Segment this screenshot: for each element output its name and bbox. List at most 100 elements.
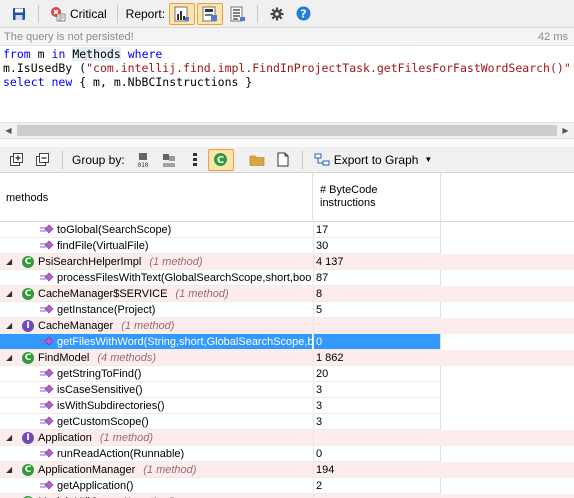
toolbar-separator <box>38 4 39 23</box>
help-button[interactable]: ? <box>290 3 316 25</box>
query-projection: { m, m.NbBCInstructions } <box>79 75 253 89</box>
collapse-all-button[interactable] <box>30 149 56 171</box>
folder-button[interactable] <box>244 149 270 171</box>
expand-all-button[interactable] <box>4 149 30 171</box>
method-name: getCustomScope() <box>57 416 149 428</box>
column-header-bytecode[interactable]: # ByteCode instructions <box>320 184 430 210</box>
type-name: Application (1 method) <box>38 432 154 444</box>
group-by-hierarchy-button[interactable] <box>182 149 208 171</box>
type-group-row[interactable]: ◢ C ApplicationManager (1 method) 194 <box>0 462 574 478</box>
report-chart-button[interactable] <box>169 2 196 25</box>
report-table-button[interactable] <box>225 3 251 25</box>
name-cell: toGlobal(SearchScope) <box>0 222 312 238</box>
query-string-literal: "com.intellij.find.impl.FindInProjectTas… <box>86 61 571 75</box>
type-group-row[interactable]: ◢ C FindModel (4 methods) 1 862 <box>0 350 574 366</box>
method-row[interactable]: isWithSubdirectories() 3 <box>0 398 574 414</box>
method-icon <box>40 240 54 250</box>
method-row[interactable]: processFilesWithText(GlobalSearchScope,s… <box>0 270 574 286</box>
method-name: isCaseSensitive() <box>57 384 143 396</box>
report-chart-icon <box>173 5 191 23</box>
keyword-in: in <box>51 47 66 61</box>
name-cell: getStringToFind() <box>0 366 312 382</box>
pane-splitter[interactable] <box>0 139 574 147</box>
method-name: isWithSubdirectories() <box>57 400 165 412</box>
method-name: processFilesWithText(GlobalSearchScope,s… <box>57 272 312 284</box>
export-to-graph-button[interactable]: Export to Graph ▼ <box>309 149 437 171</box>
toolbar-separator <box>257 4 259 23</box>
namespace-icon <box>160 151 178 169</box>
type-group-row[interactable]: ◢ I CacheManager (1 method) <box>0 318 574 334</box>
results-grid-body: toGlobal(SearchScope) 17 findFile(VirtualF… <box>0 222 574 498</box>
expand-toggle-icon[interactable]: ◢ <box>6 290 14 298</box>
toolbar-separator <box>301 150 303 169</box>
report-label: Report: <box>125 6 166 21</box>
scroll-left-icon[interactable]: ◀ <box>0 123 17 138</box>
column-header-methods[interactable]: methods <box>6 192 48 204</box>
type-name: PsiSearchHelperImpl (1 method) <box>38 256 203 268</box>
method-row[interactable]: getCustomScope() 3 <box>0 414 574 430</box>
method-icon <box>40 224 54 234</box>
column-divider[interactable] <box>312 173 313 222</box>
method-icon <box>40 336 54 346</box>
expand-toggle-icon[interactable]: ◢ <box>6 466 14 474</box>
method-row[interactable]: getStringToFind() 20 <box>0 366 574 382</box>
expand-toggle-icon[interactable]: ◢ <box>6 258 14 266</box>
name-cell: runReadAction(Runnable) <box>0 446 312 462</box>
query-var: m <box>37 47 45 61</box>
name-cell: processFilesWithText(GlobalSearchScope,s… <box>0 270 312 286</box>
critical-label: Critical <box>70 6 107 21</box>
report-diagram-button[interactable] <box>197 2 224 25</box>
type-group-row[interactable]: ◢ I Application (1 method) <box>0 430 574 446</box>
method-count: (1 method) <box>143 464 197 476</box>
method-row[interactable]: getInstance(Project) 5 <box>0 302 574 318</box>
group-by-type-button[interactable]: C <box>207 148 234 171</box>
group-by-assembly-button[interactable]: 010 <box>130 149 156 171</box>
scroll-right-icon[interactable]: ▶ <box>557 123 574 138</box>
keyword-where: where <box>127 47 163 61</box>
expand-toggle-icon[interactable]: ◢ <box>6 354 14 362</box>
export-to-graph-label: Export to Graph <box>333 152 419 167</box>
method-count: (1 method) <box>175 288 229 300</box>
interface-icon: I <box>22 432 34 444</box>
column-header-bytecode-line1: # ByteCode <box>320 184 378 196</box>
group-by-namespace-button[interactable] <box>156 149 182 171</box>
method-count: (1 method) <box>121 320 175 332</box>
file-button[interactable] <box>270 149 296 171</box>
settings-button[interactable] <box>264 3 290 25</box>
method-icon <box>40 304 54 314</box>
class-icon: C <box>22 288 34 300</box>
method-icon <box>40 480 54 490</box>
method-row[interactable]: runReadAction(Runnable) 0 <box>0 446 574 462</box>
method-name: getFilesWithWord(String,short,GlobalSear… <box>57 336 312 348</box>
type-group-row[interactable]: ◢CModuleUtilCore(1 method) <box>0 494 574 498</box>
query-editor[interactable]: from m in Methods where m.IsUsedBy ("com… <box>0 46 574 122</box>
bytecode-cell: 0 <box>313 446 440 462</box>
report-diagram-icon <box>201 5 219 23</box>
toolbar-separator <box>116 4 118 23</box>
bytecode-cell: 194 <box>313 462 440 478</box>
method-row[interactable]: getApplication() 2 <box>0 478 574 494</box>
method-row[interactable]: findFile(VirtualFile) 30 <box>0 238 574 254</box>
results-toolbar: Group by: 010 C Export to Graph ▼ <box>0 147 574 173</box>
report-table-icon <box>229 5 247 23</box>
critical-toggle[interactable]: Critical <box>45 3 111 25</box>
method-row[interactable]: isCaseSensitive() 3 <box>0 382 574 398</box>
name-cell: ◢ C CacheManager$SERVICE (1 method) <box>0 286 312 302</box>
class-icon: C <box>22 352 34 364</box>
column-divider[interactable] <box>440 173 441 222</box>
type-group-row[interactable]: ◢ C CacheManager$SERVICE (1 method) 8 <box>0 286 574 302</box>
editor-horizontal-scrollbar[interactable]: ◀ ▶ <box>0 122 574 139</box>
type-group-row[interactable]: ◢ C PsiSearchHelperImpl (1 method) 4 137 <box>0 254 574 270</box>
expand-toggle-icon[interactable]: ◢ <box>6 322 14 330</box>
method-name: findFile(VirtualFile) <box>57 240 149 252</box>
save-button[interactable] <box>6 3 32 25</box>
bytecode-cell: 4 137 <box>313 254 440 270</box>
graph-icon <box>313 151 331 169</box>
bytecode-cell: 5 <box>313 302 440 318</box>
expand-toggle-icon[interactable]: ◢ <box>6 434 14 442</box>
method-row[interactable]: toGlobal(SearchScope) 17 <box>0 222 574 238</box>
method-row[interactable]: getFilesWithWord(String,short,GlobalSear… <box>0 334 574 350</box>
scrollbar-thumb[interactable] <box>17 125 557 136</box>
interface-icon: I <box>22 320 34 332</box>
class-icon: C <box>212 151 230 169</box>
